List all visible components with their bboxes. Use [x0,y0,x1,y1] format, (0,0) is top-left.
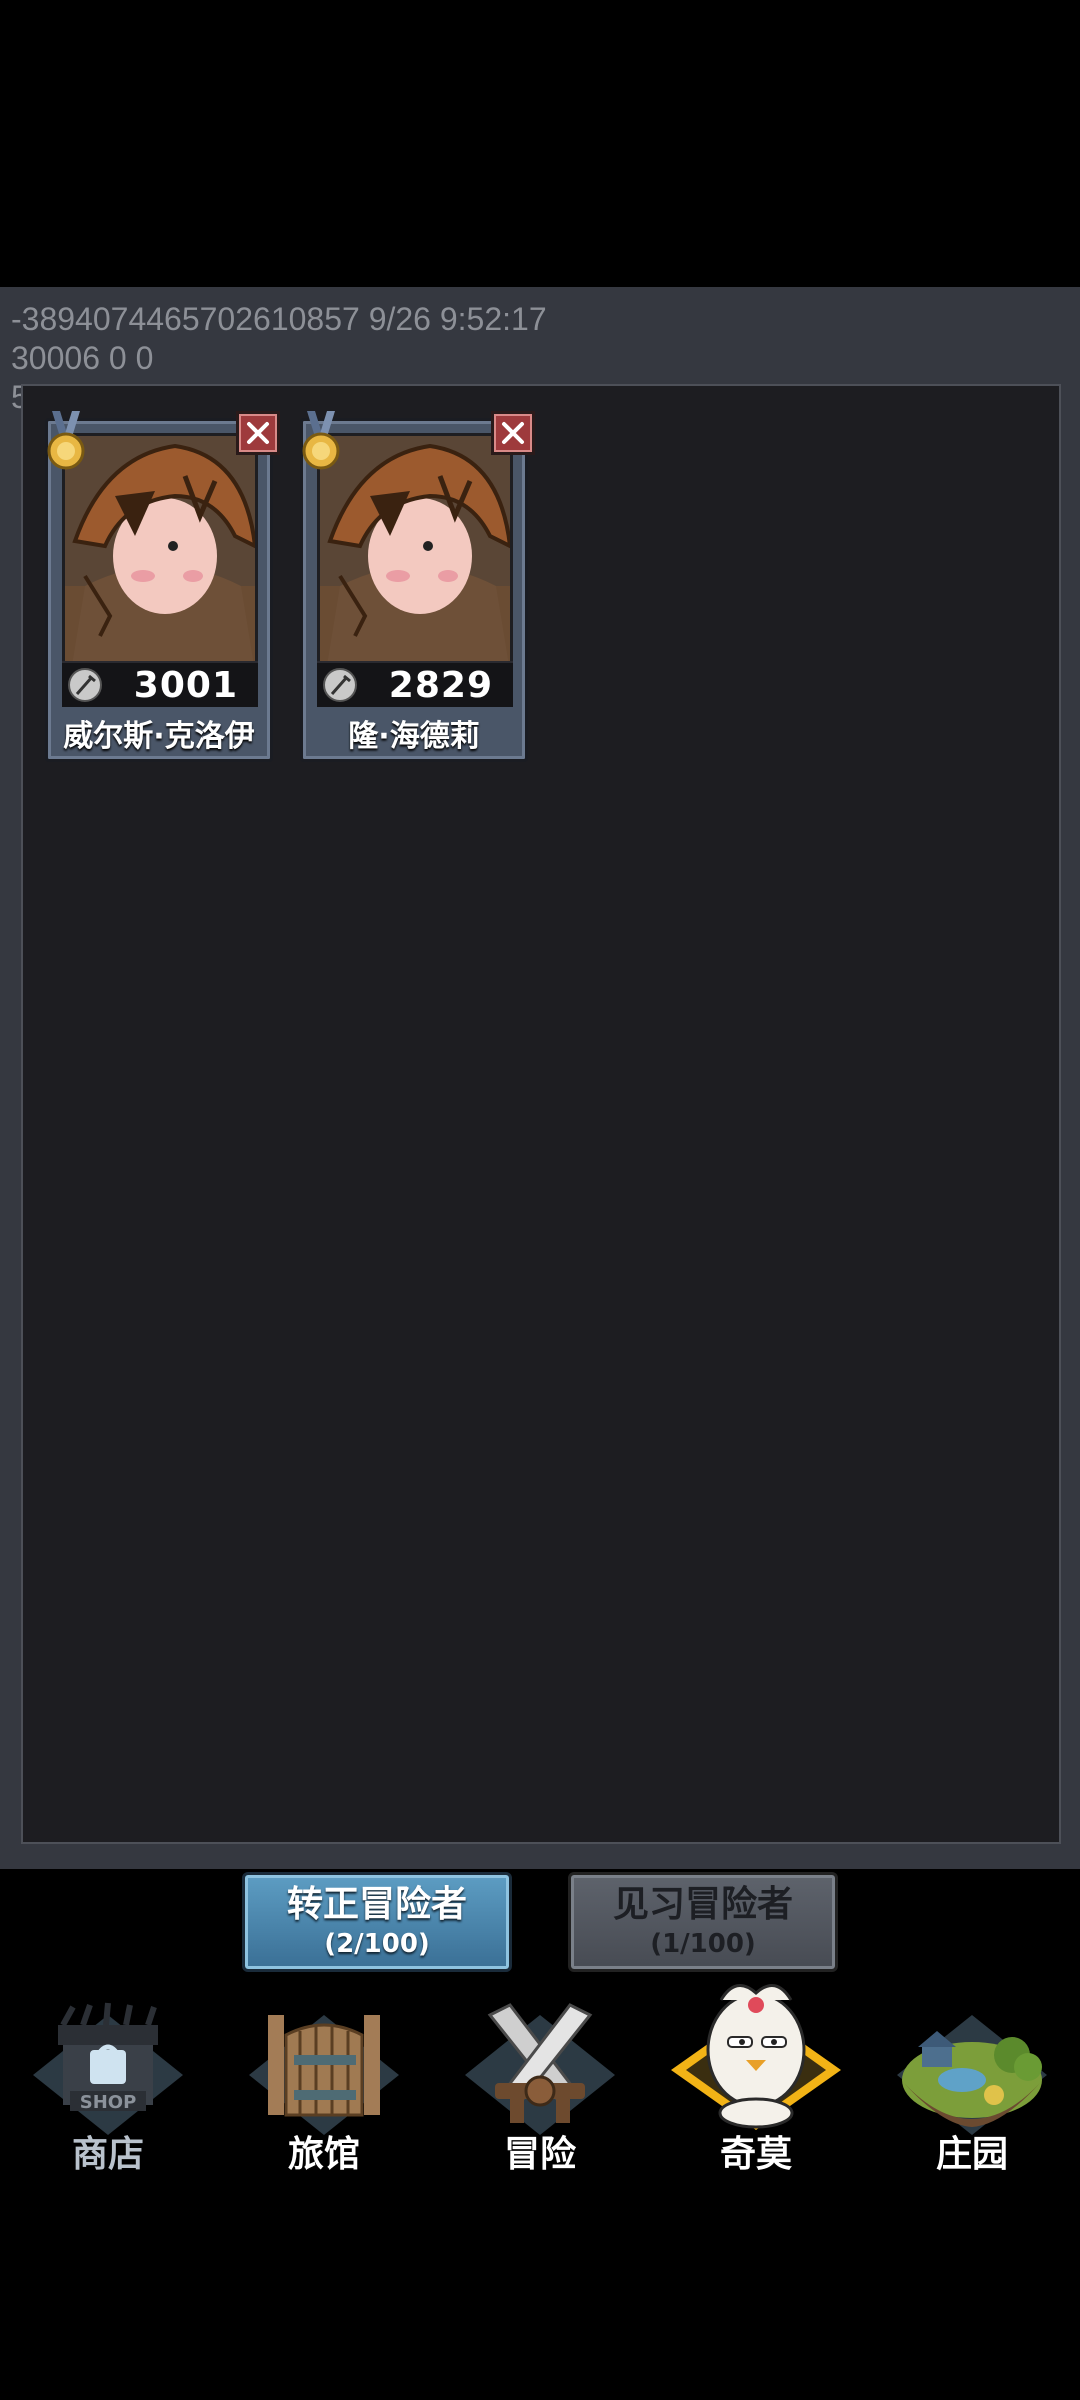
tab-count: (1/100) [650,1929,756,1959]
debug-line-1: -3894074465702610857 9/26 9:52:17 [11,301,547,337]
medal-icon [302,411,340,470]
adventurer-card[interactable]: 2829 隆·海德莉 [300,411,535,762]
adventurer-name: 威尔斯·克洛伊 [63,719,255,754]
sword-icon [68,668,102,702]
adventurer-name: 隆·海德莉 [348,719,480,754]
remove-adventurer-button[interactable] [236,411,280,455]
adventurer-roster: 3001 威尔斯·克洛伊 2829 隆·海德莉 [21,384,1061,1844]
power-bar: 3001 [62,661,258,707]
medal-icon [47,411,85,470]
remove-adventurer-button[interactable] [491,411,535,455]
adventurer-panel: -3894074465702610857 9/26 9:52:17 30006 … [0,287,1080,1869]
nav-shop[interactable]: SHOP 商店 [8,1985,208,2185]
nav-label: 庄园 [935,2134,1008,2175]
sword-icon [323,668,357,702]
nav-adventure[interactable]: 冒险 [440,1985,640,2185]
nav-label: 旅馆 [287,2134,360,2175]
top-blank-area [0,0,1080,287]
power-value: 3001 [133,665,238,706]
bottom-navigation: SHOP 商店 旅馆 冒险 奇莫 庄园 [0,1984,1080,2185]
close-icon [502,422,524,444]
manor-island-icon [897,2015,1047,2135]
crossed-swords-icon [465,2003,615,2135]
svg-text:SHOP: SHOP [80,2092,137,2113]
qimo-chicken-icon [671,1984,841,2130]
close-icon [247,422,269,444]
nav-manor[interactable]: 庄园 [872,1985,1072,2185]
power-value: 2829 [388,665,493,706]
nav-label: 商店 [71,2134,144,2175]
nav-label: 奇莫 [719,2134,792,2175]
tab-label: 见习冒险者 [612,1884,793,1925]
nav-qimo[interactable]: 奇莫 [656,1984,856,2185]
tab-trainee-adventurers[interactable]: 见习冒险者 (1/100) [568,1872,838,1972]
shop-icon: SHOP [33,2002,183,2135]
power-bar: 2829 [317,661,513,707]
debug-line-2: 30006 0 0 [11,340,154,376]
nav-label: 冒险 [503,2134,576,2175]
tavern-door-icon [249,2015,399,2135]
adventurer-card[interactable]: 3001 威尔斯·克洛伊 [45,411,280,762]
nav-tavern[interactable]: 旅馆 [224,1985,424,2185]
tab-regular-adventurers[interactable]: 转正冒险者 (2/100) [242,1872,512,1972]
tab-label: 转正冒险者 [286,1884,467,1925]
tab-count: (2/100) [324,1929,430,1959]
